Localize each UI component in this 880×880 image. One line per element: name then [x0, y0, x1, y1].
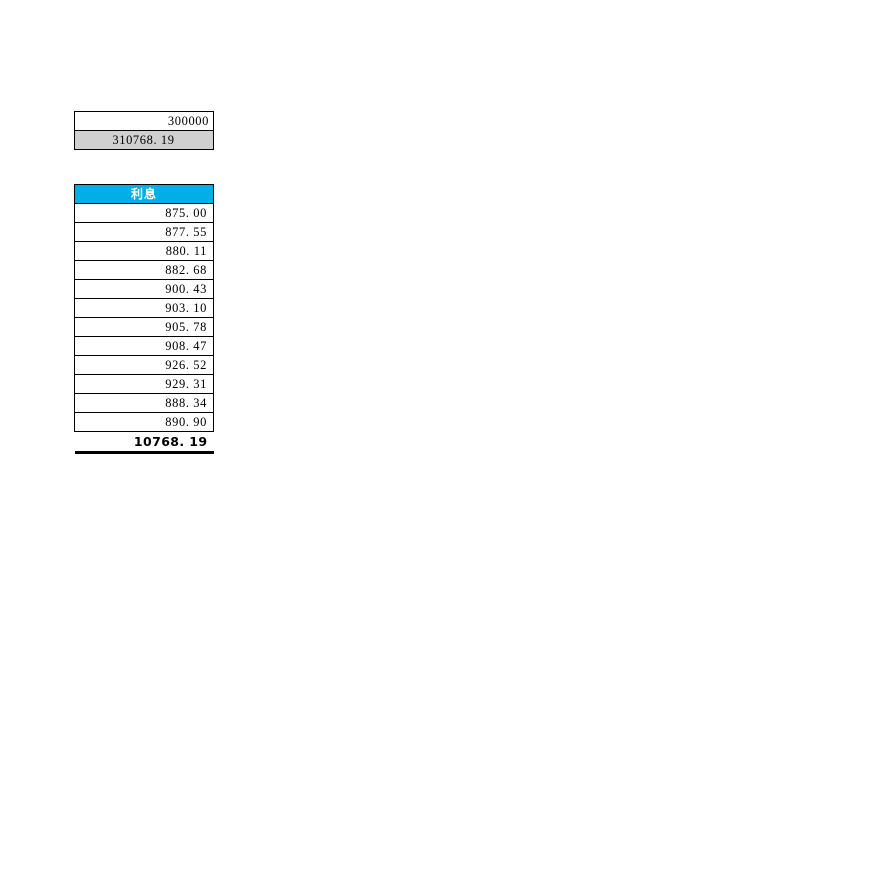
summary-table: 300000 310768. 19	[74, 111, 214, 150]
interest-cell-2[interactable]: 877. 55	[74, 222, 214, 242]
table-row[interactable]: 929. 31	[74, 374, 214, 394]
table-row[interactable]: 877. 55	[74, 222, 214, 242]
table-header-row: 利息	[74, 184, 214, 204]
interest-cell-8[interactable]: 908. 47	[74, 336, 214, 356]
table-row[interactable]: 908. 47	[74, 336, 214, 356]
summary-table-body: 300000 310768. 19	[74, 111, 214, 150]
interest-cell-10[interactable]: 929. 31	[74, 374, 214, 394]
interest-cell-11[interactable]: 888. 34	[74, 393, 214, 413]
interest-total-cell[interactable]: 10768. 19	[74, 431, 214, 454]
interest-cell-5[interactable]: 900. 43	[74, 279, 214, 299]
interest-cell-1[interactable]: 875. 00	[74, 203, 214, 223]
total-repayment-cell[interactable]: 310768. 19	[74, 130, 214, 150]
interest-cell-3[interactable]: 880. 11	[74, 241, 214, 261]
interest-cell-12[interactable]: 890. 90	[74, 412, 214, 432]
table-row[interactable]: 875. 00	[74, 203, 214, 223]
interest-column-header[interactable]: 利息	[74, 184, 214, 204]
table-row[interactable]: 880. 11	[74, 241, 214, 261]
table-row[interactable]: 888. 34	[74, 393, 214, 413]
principal-amount-cell[interactable]: 300000	[74, 111, 214, 131]
interest-table-head: 利息	[74, 184, 214, 204]
interest-cell-4[interactable]: 882. 68	[74, 260, 214, 280]
interest-table: 利息 875. 00 877. 55 880. 11 882. 68 900. …	[74, 184, 214, 454]
interest-cell-7[interactable]: 905. 78	[74, 317, 214, 337]
table-row[interactable]: 300000	[74, 111, 214, 131]
table-row[interactable]: 926. 52	[74, 355, 214, 375]
interest-cell-6[interactable]: 903. 10	[74, 298, 214, 318]
table-row[interactable]: 890. 90	[74, 412, 214, 432]
table-row[interactable]: 882. 68	[74, 260, 214, 280]
interest-table-body: 875. 00 877. 55 880. 11 882. 68 900. 43 …	[74, 203, 214, 454]
table-row[interactable]: 903. 10	[74, 298, 214, 318]
table-row[interactable]: 905. 78	[74, 317, 214, 337]
table-row[interactable]: 310768. 19	[74, 130, 214, 150]
table-total-row[interactable]: 10768. 19	[74, 431, 214, 454]
table-row[interactable]: 900. 43	[74, 279, 214, 299]
interest-cell-9[interactable]: 926. 52	[74, 355, 214, 375]
